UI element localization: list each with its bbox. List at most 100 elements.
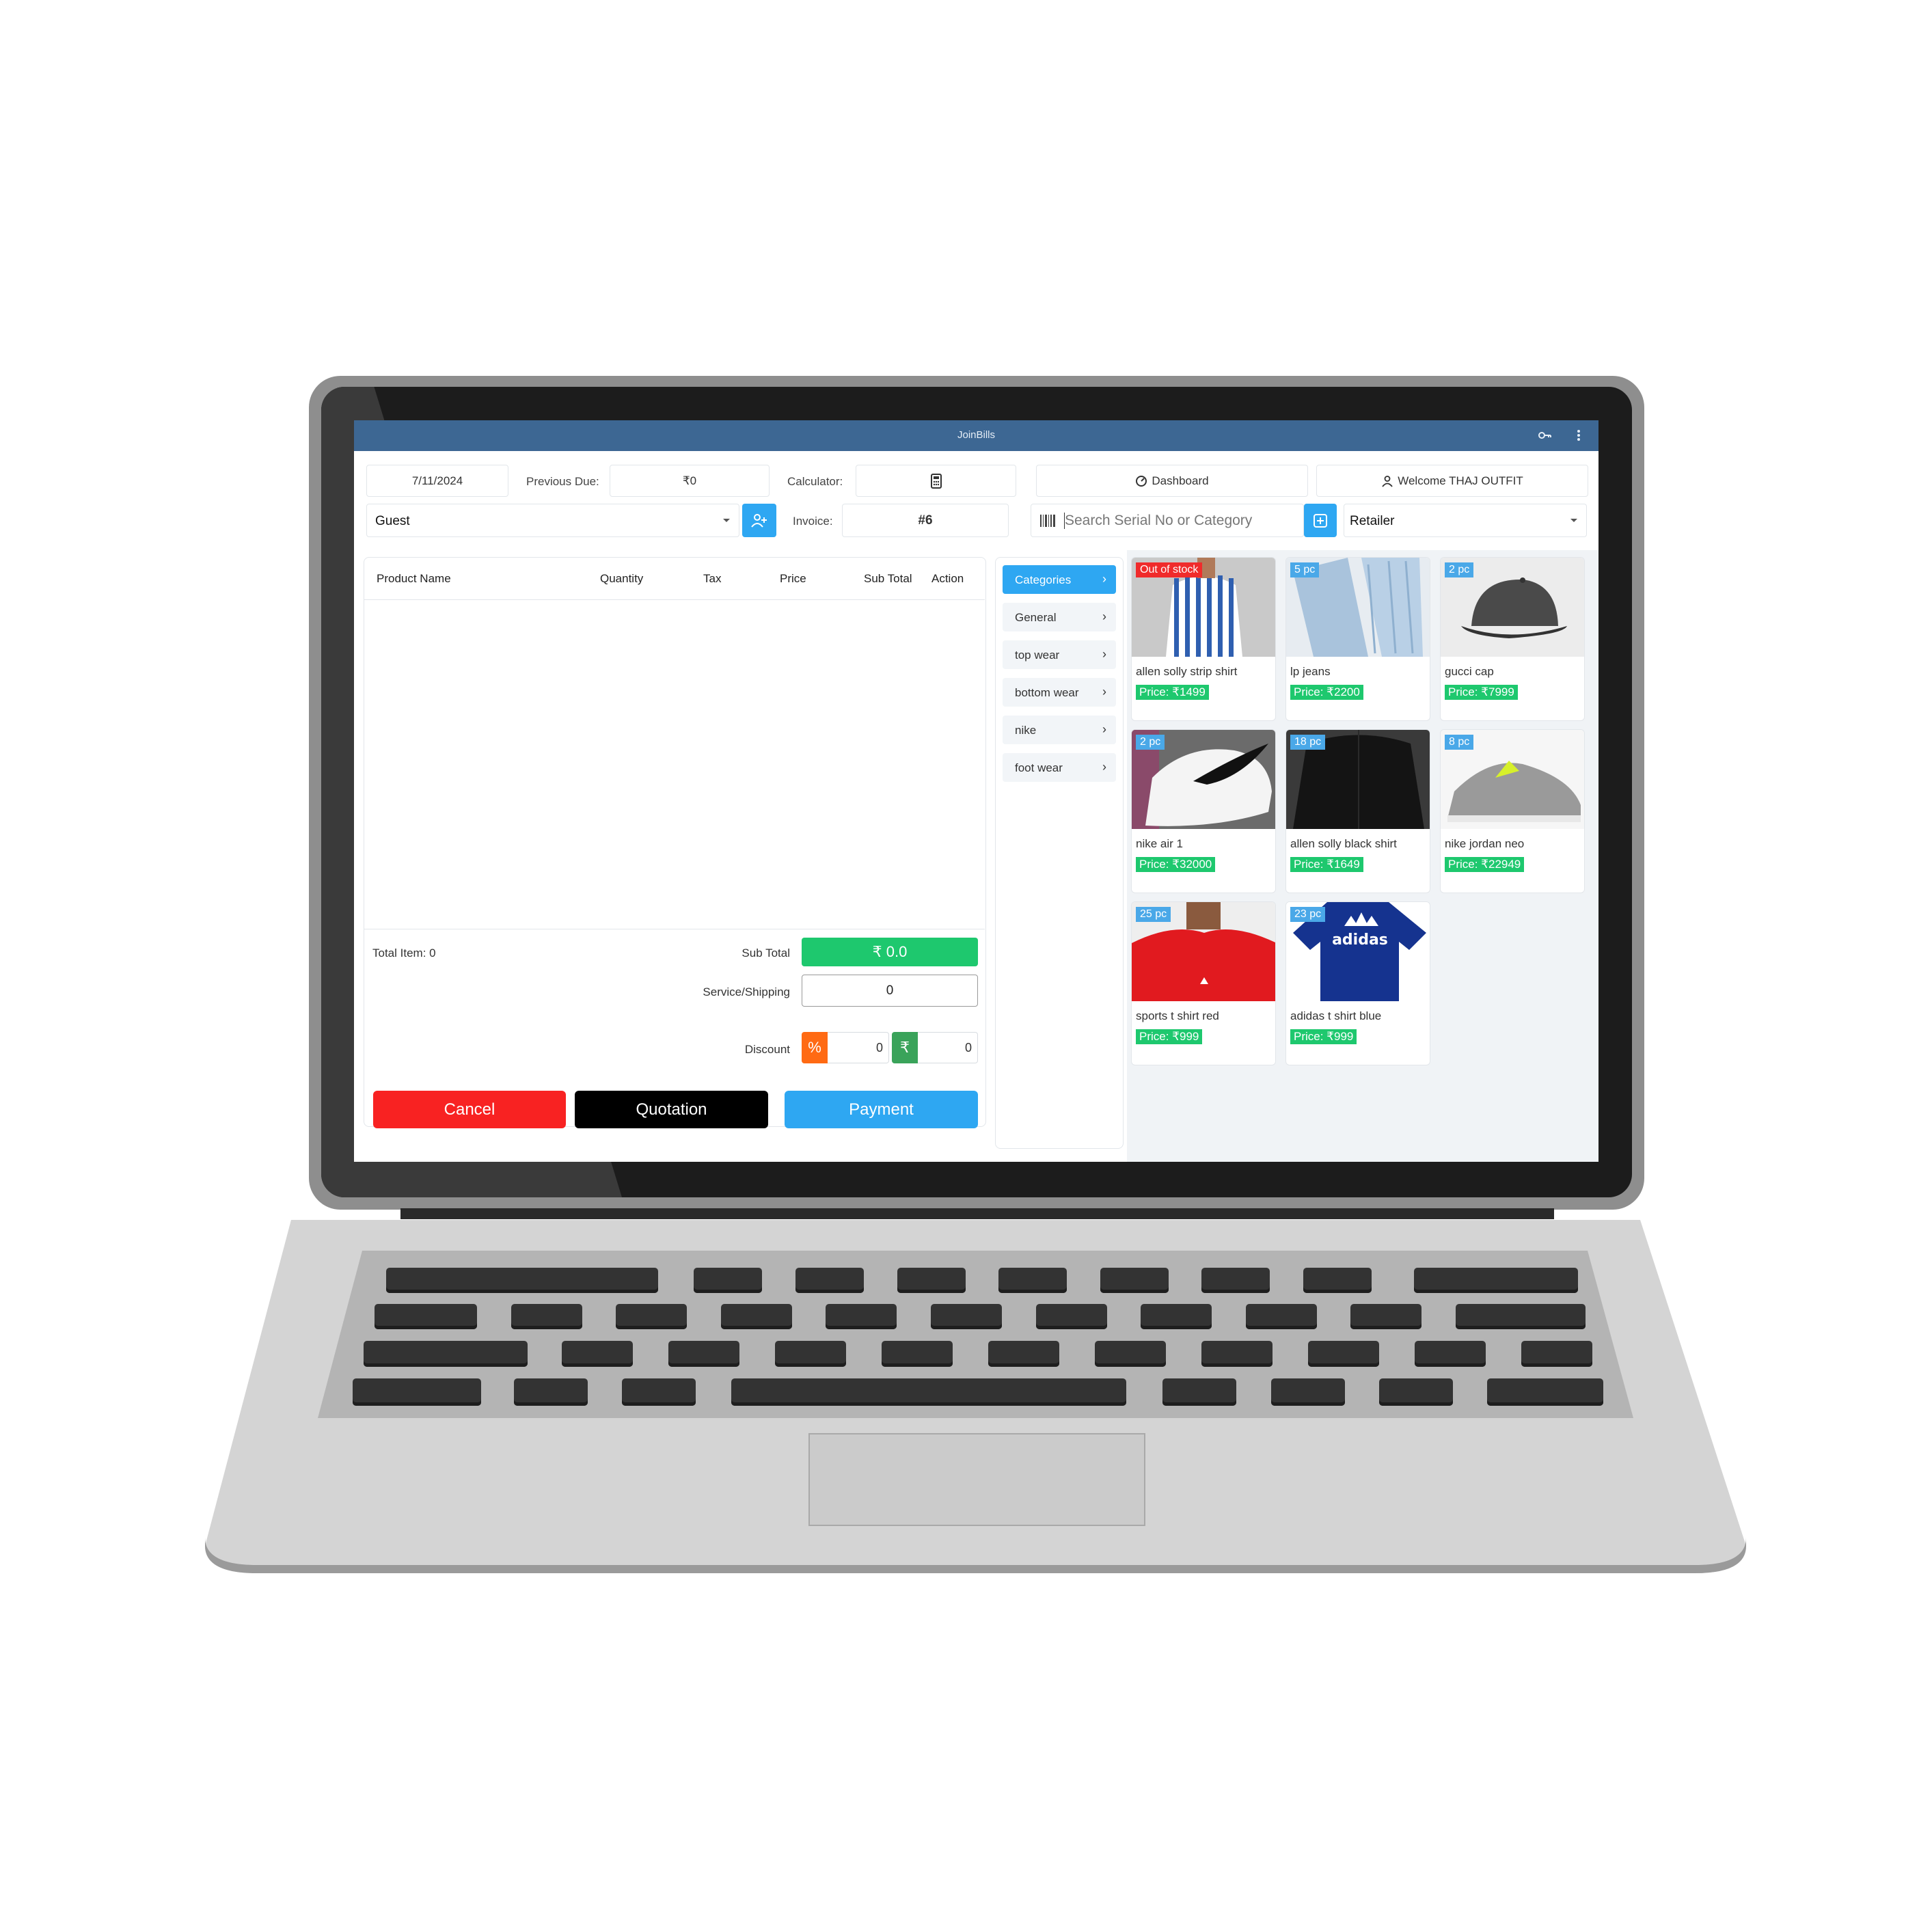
welcome-label: Welcome THAJ OUTFIT	[1398, 474, 1523, 487]
product-card[interactable]: 8 pc nike jordan neo Price: ₹22949	[1440, 729, 1585, 893]
product-card[interactable]: Out of stock allen solly strip shirt Pri…	[1131, 557, 1276, 721]
product-price: Price: ₹999	[1136, 1029, 1203, 1044]
shipping-input[interactable]: 0	[802, 975, 978, 1007]
category-item-foot-wear[interactable]: foot wear ›	[1003, 753, 1116, 782]
dashboard-label: Dashboard	[1152, 474, 1209, 487]
chevron-right-icon: ›	[1102, 760, 1106, 774]
key-icon[interactable]	[1536, 427, 1553, 444]
title-bar: JoinBills	[354, 420, 1598, 451]
product-name: nike jordan neo	[1445, 837, 1525, 850]
product-name: gucci cap	[1445, 665, 1494, 678]
product-price: Price: ₹2200	[1290, 685, 1363, 700]
category-label: foot wear	[1015, 761, 1063, 774]
product-name: lp jeans	[1290, 665, 1331, 678]
chevron-down-icon	[1570, 519, 1577, 522]
search-placeholder: Search Serial No or Category	[1064, 513, 1253, 529]
product-name: allen solly black shirt	[1290, 837, 1397, 850]
cart-items-body	[364, 600, 985, 928]
discount-amount-input[interactable]: 0	[918, 1032, 978, 1063]
customer-select[interactable]: Guest	[366, 504, 739, 537]
date-field[interactable]: 7/11/2024	[366, 465, 508, 497]
invoice-field: #6	[842, 504, 1009, 537]
sub-total-value: ₹ 0.0	[802, 938, 978, 966]
product-name: nike air 1	[1136, 837, 1183, 850]
product-price: Price: ₹22949	[1445, 857, 1525, 872]
product-card[interactable]: adidas 23 pc adidas t shirt blue Price: …	[1285, 901, 1430, 1065]
category-item-bottom-wear[interactable]: bottom wear ›	[1003, 678, 1116, 707]
cancel-button[interactable]: Cancel	[373, 1091, 566, 1128]
previous-due-value: ₹0	[682, 474, 697, 487]
category-label: General	[1015, 611, 1057, 624]
calculator-icon	[930, 473, 942, 489]
product-card[interactable]: 5 pc lp jeans Price: ₹2200	[1285, 557, 1430, 721]
calculator-button[interactable]	[856, 465, 1016, 497]
cart-table-header: Product Name Quantity Tax Price Sub Tota…	[364, 558, 985, 600]
stock-badge: 25 pc	[1136, 907, 1171, 922]
category-label: Categories	[1015, 573, 1072, 586]
cart-panel: Product Name Quantity Tax Price Sub Tota…	[364, 557, 986, 1128]
product-price: Price: ₹999	[1290, 1029, 1357, 1044]
product-name: adidas t shirt blue	[1290, 1009, 1382, 1022]
price-type-value: Retailer	[1350, 514, 1395, 528]
app-title: JoinBills	[957, 429, 996, 441]
category-label: nike	[1015, 724, 1037, 737]
adidas-logo-text: adidas	[1332, 931, 1388, 949]
category-item-categories[interactable]: Categories ›	[1003, 565, 1116, 594]
product-name: allen solly strip shirt	[1136, 665, 1238, 678]
chevron-down-icon	[723, 519, 730, 522]
col-tax: Tax	[703, 572, 722, 585]
stock-badge: 23 pc	[1290, 907, 1326, 922]
discount-percent-input[interactable]: 0	[828, 1032, 889, 1063]
user-icon	[1382, 475, 1393, 487]
product-card[interactable]: 18 pc allen solly black shirt Price: ₹16…	[1285, 729, 1430, 893]
search-input[interactable]: Search Serial No or Category	[1031, 504, 1304, 537]
product-card[interactable]: 2 pc gucci cap Price: ₹7999	[1440, 557, 1585, 721]
date-value: 7/11/2024	[411, 474, 463, 487]
chevron-right-icon: ›	[1102, 685, 1106, 698]
product-price: Price: ₹7999	[1445, 685, 1518, 700]
col-quantity: Quantity	[600, 572, 644, 585]
welcome-user-button[interactable]: Welcome THAJ OUTFIT	[1316, 465, 1588, 497]
stock-badge: 8 pc	[1445, 735, 1474, 750]
category-item-top-wear[interactable]: top wear ›	[1003, 640, 1116, 669]
col-price: Price	[780, 572, 806, 585]
touchpad	[808, 1433, 1145, 1526]
stock-badge: 5 pc	[1290, 562, 1320, 577]
product-card[interactable]: 2 pc nike air 1 Price: ₹32000	[1131, 729, 1276, 893]
shipping-label: Service/Shipping	[703, 985, 790, 998]
add-product-button[interactable]	[1304, 504, 1337, 537]
product-price: Price: ₹32000	[1136, 857, 1216, 872]
invoice-value: #6	[918, 513, 933, 528]
customer-value: Guest	[375, 514, 410, 528]
stock-badge: 2 pc	[1445, 562, 1474, 577]
payment-button[interactable]: Payment	[785, 1091, 978, 1128]
stock-badge: 18 pc	[1290, 735, 1326, 750]
discount-amount-toggle[interactable]: ₹	[892, 1032, 918, 1063]
add-box-icon	[1314, 513, 1327, 528]
col-action: Action	[931, 572, 964, 585]
add-customer-button[interactable]	[742, 504, 776, 537]
chevron-right-icon: ›	[1102, 610, 1106, 623]
app-window: JoinBills 7/11/2024 Previous Due: ₹0 Cal…	[354, 420, 1598, 1162]
chevron-right-icon: ›	[1102, 572, 1106, 586]
more-vertical-icon[interactable]	[1570, 427, 1587, 444]
discount-percent-toggle[interactable]: %	[802, 1032, 828, 1063]
sub-total-label: Sub Total	[741, 947, 790, 960]
quotation-button[interactable]: Quotation	[575, 1091, 768, 1128]
product-grid: Out of stock allen solly strip shirt Pri…	[1127, 550, 1598, 1162]
category-item-nike[interactable]: nike ›	[1003, 716, 1116, 744]
add-user-icon	[751, 513, 767, 528]
stock-badge: 2 pc	[1136, 735, 1165, 750]
discount-label: Discount	[744, 1043, 790, 1056]
dashboard-icon	[1136, 475, 1147, 487]
laptop-hinge	[400, 1208, 1554, 1219]
chevron-right-icon: ›	[1102, 647, 1106, 661]
price-type-select[interactable]: Retailer	[1344, 504, 1587, 537]
category-item-general[interactable]: General ›	[1003, 603, 1116, 631]
total-items-text: Total Item: 0	[372, 947, 436, 960]
stock-badge: Out of stock	[1136, 562, 1203, 577]
product-card[interactable]: 25 pc sports t shirt red Price: ₹999	[1131, 901, 1276, 1065]
col-product-name: Product Name	[377, 572, 451, 585]
product-name: sports t shirt red	[1136, 1009, 1219, 1022]
dashboard-button[interactable]: Dashboard	[1036, 465, 1308, 497]
